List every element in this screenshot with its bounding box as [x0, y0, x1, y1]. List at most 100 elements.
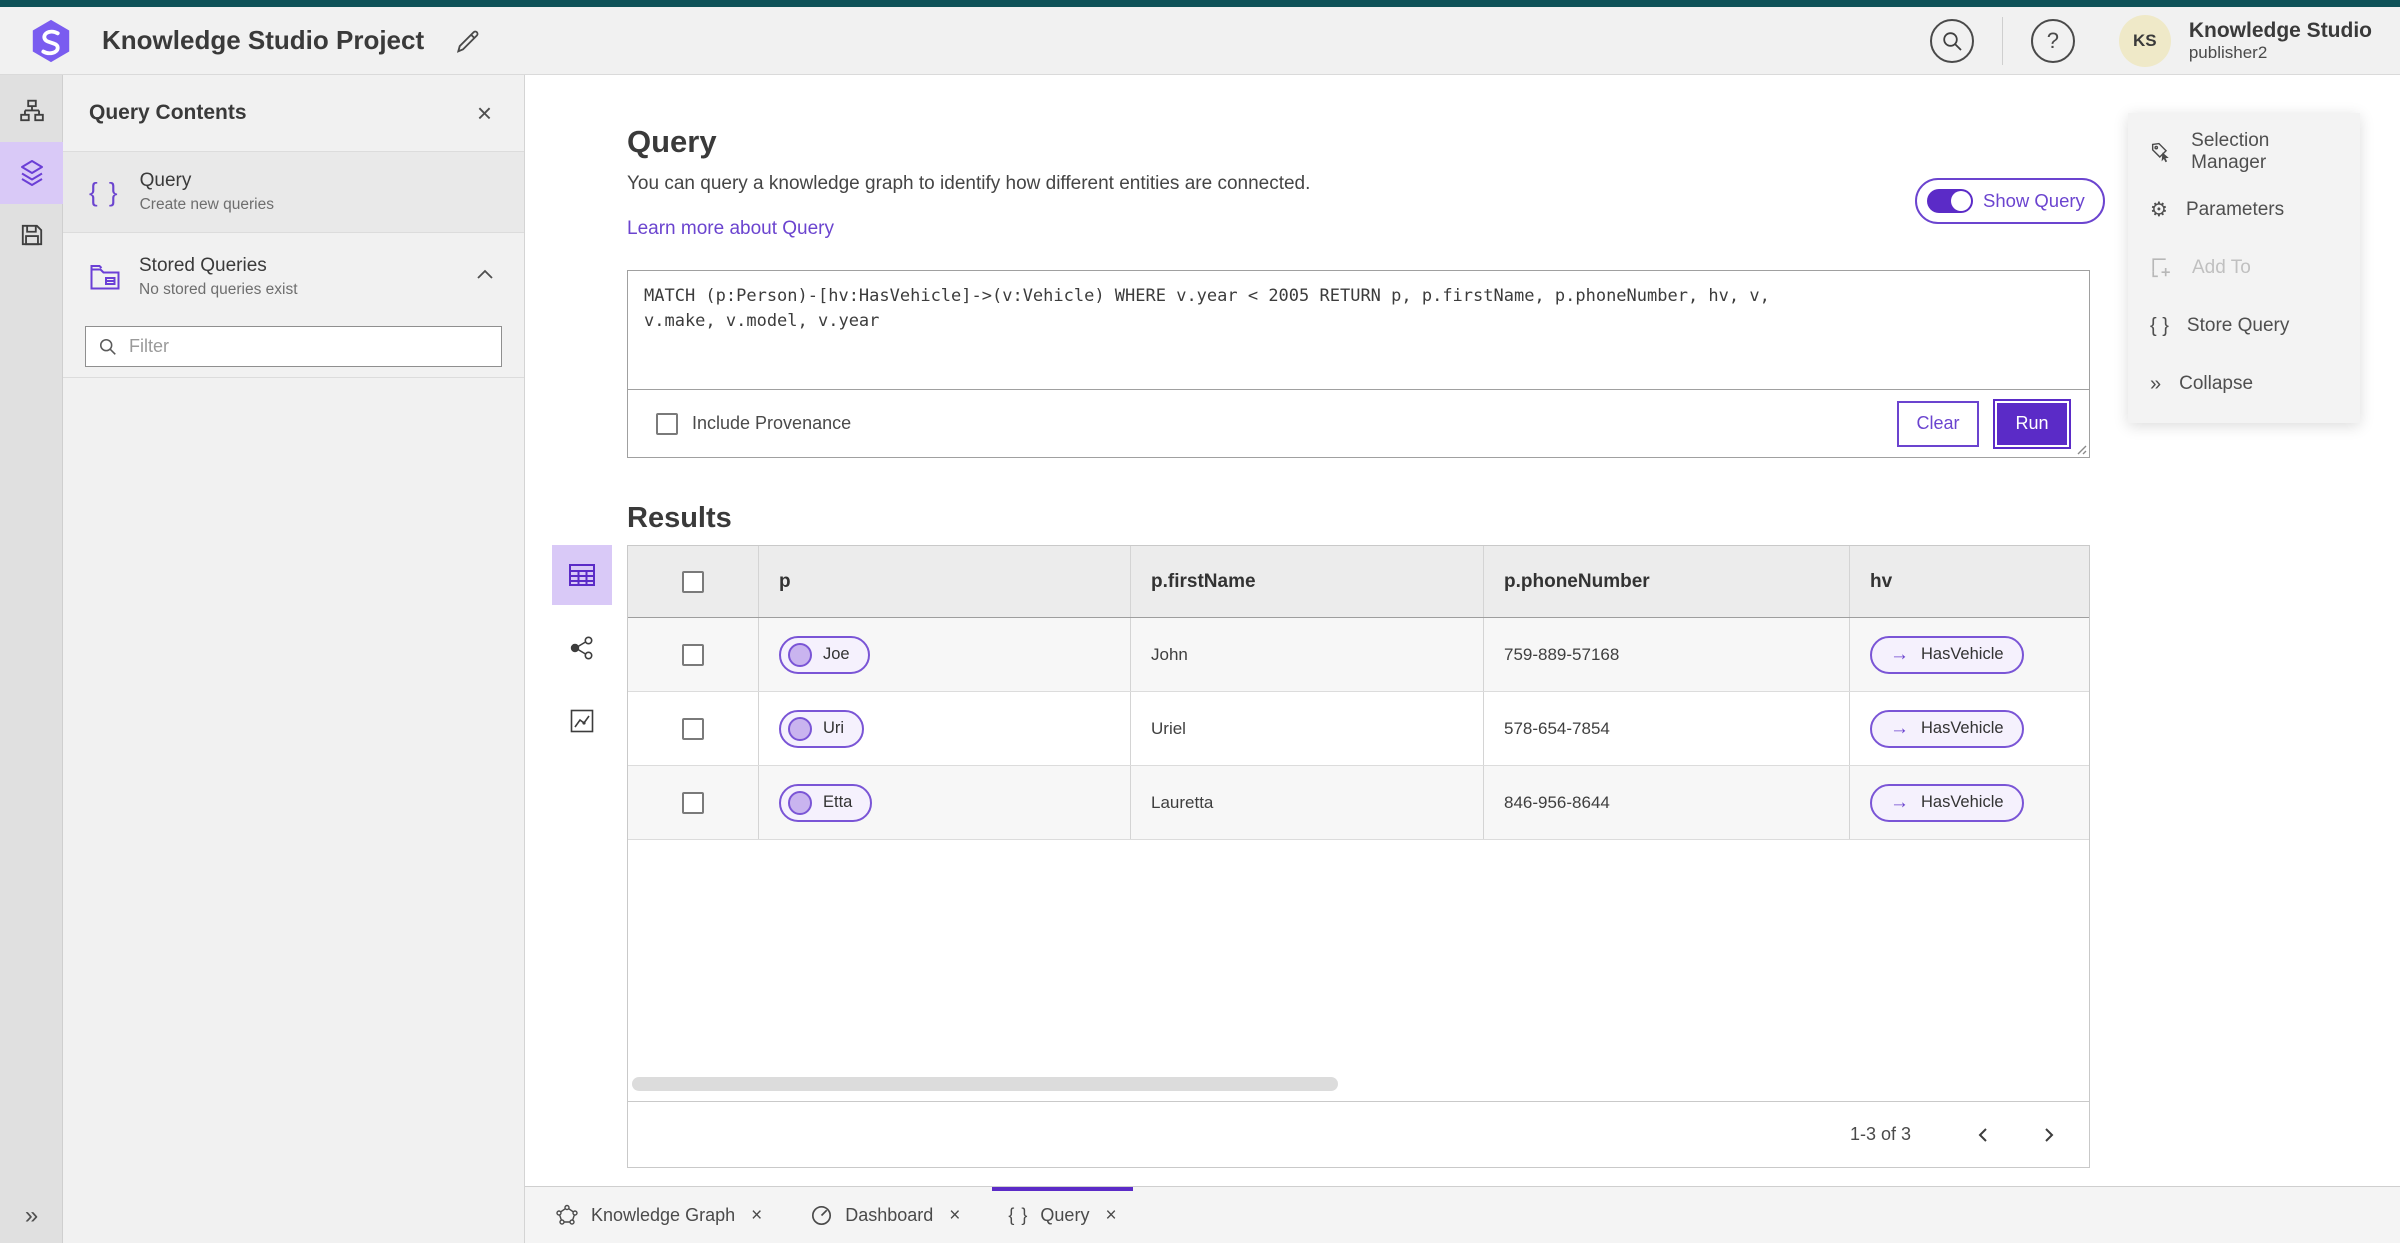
- add-to-label: Add To: [2192, 257, 2251, 278]
- rail-item-hierarchy[interactable]: [0, 80, 63, 142]
- selection-manager-item[interactable]: Selection Manager: [2128, 123, 2360, 181]
- project-title: Knowledge Studio Project: [102, 25, 425, 55]
- edge-label: HasVehicle: [1921, 719, 2004, 737]
- graph-view-icon: [570, 636, 593, 660]
- table-view-button[interactable]: [552, 545, 612, 605]
- app-window: Knowledge Studio Project ? KS Knowledge …: [0, 0, 2400, 1243]
- show-query-label: Show Query: [1983, 190, 2085, 211]
- query-editor[interactable]: MATCH (p:Person)-[hv:HasVehicle]->(v:Veh…: [628, 271, 2089, 390]
- panel-close-icon[interactable]: ×: [471, 99, 498, 127]
- header-cell-firstname: p.firstName: [1131, 546, 1484, 617]
- parameters-item[interactable]: ⚙ Parameters: [2128, 181, 2360, 239]
- user-avatar[interactable]: KS: [2118, 14, 2171, 67]
- tab-close-icon[interactable]: ×: [751, 1206, 762, 1225]
- next-page-button[interactable]: [2035, 1120, 2063, 1150]
- tab-close-icon[interactable]: ×: [949, 1206, 960, 1225]
- topbar: Knowledge Studio Project ? KS Knowledge …: [0, 7, 2400, 75]
- sidebar-item-query[interactable]: { } Query Create new queries: [63, 152, 524, 233]
- tab-close-icon[interactable]: ×: [1105, 1206, 1116, 1225]
- tab-label: Query: [1040, 1204, 1090, 1225]
- user-name: Knowledge Studio: [2188, 18, 2372, 42]
- collapse-section-button[interactable]: [470, 267, 500, 284]
- rail-item-layers[interactable]: [0, 142, 63, 204]
- stored-queries-text: Stored Queries No stored queries exist: [139, 255, 298, 299]
- resize-handle-icon[interactable]: [2073, 441, 2087, 455]
- query-item-description: Create new queries: [139, 196, 275, 213]
- node-chip[interactable]: Etta: [779, 783, 873, 822]
- header-cell-p: p: [759, 546, 1131, 617]
- header-cell-phonenumber: p.phoneNumber: [1484, 546, 1850, 617]
- phonenumber-value: 846-956-8644: [1504, 792, 1610, 812]
- bottom-tab-bar: Knowledge Graph × Dashboard × { } Query …: [525, 1186, 2400, 1243]
- show-query-toggle[interactable]: Show Query: [1915, 178, 2105, 224]
- chevron-right-icon: [2045, 1127, 2054, 1142]
- chart-view-icon: [570, 709, 594, 733]
- node-circle-icon: [788, 642, 812, 667]
- select-all-checkbox[interactable]: [682, 570, 704, 593]
- help-button[interactable]: ?: [2030, 18, 2075, 63]
- arrow-right-icon: →: [1890, 792, 1909, 813]
- page-title: Query: [627, 123, 717, 159]
- tab-knowledge-graph[interactable]: Knowledge Graph ×: [531, 1187, 786, 1243]
- edge-chip[interactable]: → HasVehicle: [1870, 635, 2024, 674]
- rail-item-save[interactable]: [0, 204, 63, 266]
- phonenumber-value: 759-889-57168: [1504, 644, 1620, 664]
- previous-page-button[interactable]: [1969, 1120, 1997, 1150]
- query-footer: Include Provenance Clear Run: [628, 390, 2089, 457]
- node-label: Joe: [823, 645, 850, 663]
- collapse-item[interactable]: » Collapse: [2128, 355, 2360, 413]
- learn-more-link[interactable]: Learn more about Query: [627, 218, 834, 240]
- chevron-up-icon: [477, 269, 493, 279]
- run-button[interactable]: Run: [1995, 400, 2069, 447]
- filter-input[interactable]: [127, 335, 489, 358]
- stored-queries-folder-icon: [90, 264, 120, 289]
- braces-icon: { }: [1008, 1204, 1029, 1225]
- search-icon: [1943, 31, 1962, 51]
- row-checkbox[interactable]: [682, 643, 704, 666]
- horizontal-scrollbar[interactable]: [632, 1077, 1338, 1091]
- stored-queries-label: Stored Queries: [139, 254, 267, 276]
- query-item-label: Query: [139, 170, 192, 191]
- table-pagination: 1-3 of 3: [628, 1101, 2089, 1167]
- main-content: Query You can query a knowledge graph to…: [525, 75, 2400, 1186]
- column-label: p.firstName: [1151, 570, 1256, 592]
- user-block: Knowledge Studio publisher2: [2189, 19, 2372, 63]
- tab-dashboard[interactable]: Dashboard ×: [786, 1187, 984, 1243]
- table-row: Etta Lauretta 846-956-8644 → HasVehicle: [628, 766, 2089, 840]
- results-table: p p.firstName p.phoneNumber hv Joe John …: [627, 545, 2090, 1168]
- selection-manager-icon: [2151, 142, 2169, 162]
- include-provenance-checkbox[interactable]: [656, 412, 678, 435]
- rail-expand-button[interactable]: »: [0, 1201, 63, 1231]
- tab-query[interactable]: { } Query ×: [984, 1187, 1140, 1243]
- graph-view-button[interactable]: [552, 618, 612, 678]
- left-rail: »: [0, 75, 63, 1243]
- row-checkbox[interactable]: [682, 717, 704, 740]
- clear-button[interactable]: Clear: [1897, 400, 1979, 447]
- node-chip[interactable]: Joe: [779, 635, 870, 674]
- panel-title: Query Contents: [89, 101, 247, 124]
- table-empty-area: [628, 840, 2089, 1101]
- query-contents-panel: Query Contents × { } Query Create new qu…: [63, 75, 525, 1243]
- edit-title-pencil-icon[interactable]: [454, 28, 480, 54]
- edge-chip[interactable]: → HasVehicle: [1870, 783, 2024, 822]
- add-to-item: Add To: [2128, 239, 2360, 297]
- store-query-item[interactable]: { } Store Query: [2128, 297, 2360, 355]
- node-label: Uri: [823, 719, 845, 737]
- chart-view-button[interactable]: [552, 691, 612, 751]
- pagination-range: 1-3 of 3: [1849, 1124, 1911, 1144]
- column-label: p.phoneNumber: [1504, 570, 1650, 592]
- toggle-switch: [1927, 189, 1973, 213]
- column-label: hv: [1870, 570, 1893, 592]
- node-circle-icon: [788, 790, 812, 815]
- tab-label: Dashboard: [845, 1204, 934, 1225]
- search-button[interactable]: [1929, 18, 1974, 63]
- query-description: You can query a knowledge graph to ident…: [627, 173, 1311, 194]
- stored-queries-section[interactable]: Stored Queries No stored queries exist: [63, 233, 524, 320]
- edge-chip[interactable]: → HasVehicle: [1870, 709, 2024, 748]
- node-chip[interactable]: Uri: [779, 709, 865, 748]
- firstname-value: John: [1151, 644, 1188, 664]
- dashboard-gauge-icon: [812, 1205, 832, 1225]
- row-checkbox[interactable]: [682, 791, 704, 814]
- help-icon: ?: [2046, 27, 2059, 53]
- selection-manager-label: Selection Manager: [2191, 130, 2270, 173]
